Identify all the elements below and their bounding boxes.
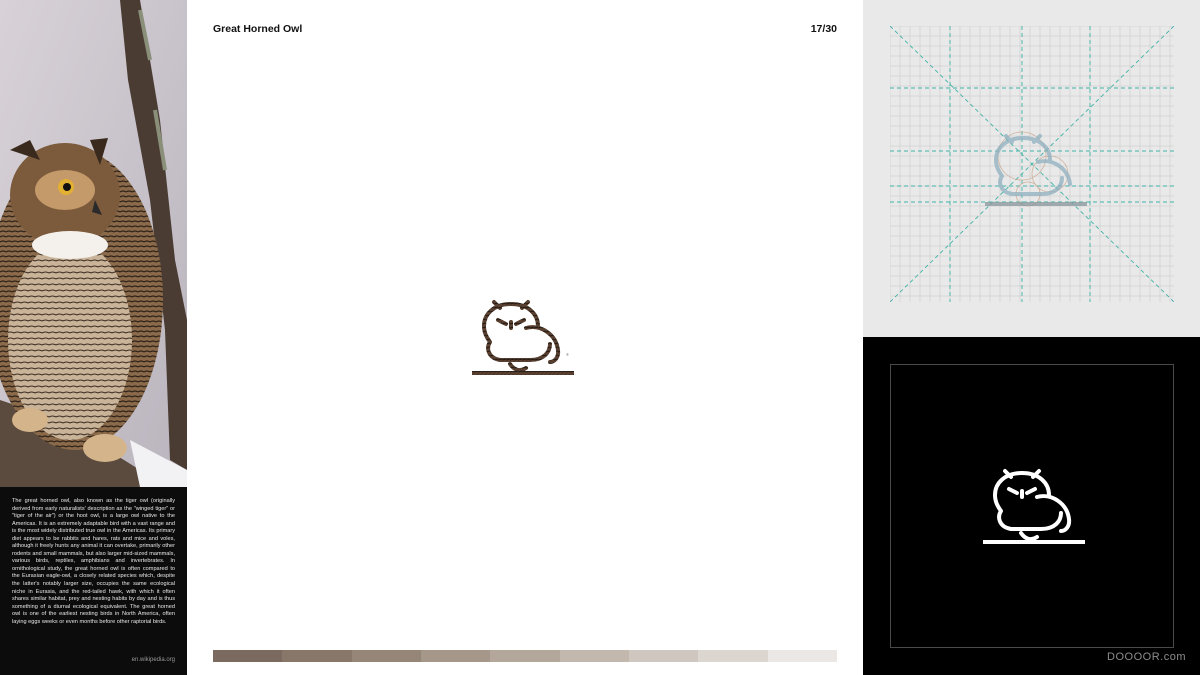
owl-logo-white	[983, 469, 1085, 544]
guide-lines	[890, 26, 1174, 302]
owl-photo	[0, 0, 187, 487]
palette-swatch	[559, 650, 629, 662]
palette-swatch	[420, 650, 491, 662]
source-link[interactable]: en.wikipedia.org	[132, 657, 175, 663]
registered-mark: ®	[566, 352, 569, 357]
dark-version-panel: DOOOOR.com	[863, 337, 1200, 675]
palette-swatch	[767, 650, 837, 662]
construction-grid-panel	[863, 0, 1200, 337]
main-canvas: Great Horned Owl 17/30 ®	[187, 0, 863, 675]
palette-swatch	[282, 650, 352, 662]
page-title: Great Horned Owl	[213, 23, 303, 35]
construction-grid	[890, 26, 1174, 302]
palette-swatch	[213, 650, 283, 662]
palette-swatch	[698, 650, 768, 662]
palette-swatch	[490, 650, 560, 662]
page-counter: 17/30	[810, 23, 837, 35]
palette-swatch	[351, 650, 421, 662]
watermark: DOOOOR.com	[1107, 651, 1186, 663]
left-panel: The great horned owl, also known as the …	[0, 0, 187, 675]
owl-logo: ®	[472, 300, 574, 375]
species-description: The great horned owl, also known as the …	[12, 498, 175, 625]
color-palette	[213, 650, 837, 662]
palette-swatch	[628, 650, 699, 662]
owl-photo-illustration	[0, 0, 187, 487]
